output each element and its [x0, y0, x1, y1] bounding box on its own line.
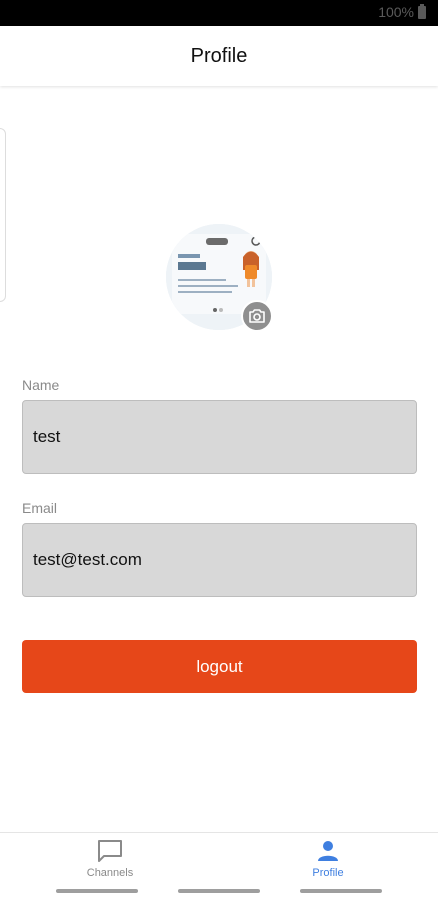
tab-channels[interactable]: Channels — [50, 839, 170, 879]
chat-bubble-icon — [98, 840, 122, 862]
email-label: Email — [22, 500, 58, 516]
tab-profile-label: Profile — [312, 867, 344, 879]
page-title: Profile — [190, 44, 248, 67]
app-header: Profile — [0, 26, 438, 86]
side-card-edge — [0, 128, 6, 302]
logout-button[interactable]: logout — [22, 640, 417, 693]
profile-screen: 100% Profile Name test Email test@test.c… — [0, 0, 438, 900]
email-field[interactable]: test@test.com — [22, 523, 417, 597]
gesture-bar-right — [300, 889, 382, 893]
camera-icon — [249, 309, 265, 323]
gesture-bar-center — [178, 889, 260, 893]
tab-profile[interactable]: Profile — [268, 839, 388, 879]
person-icon — [318, 841, 338, 861]
battery-percentage: 100% — [378, 4, 414, 20]
name-label: Name — [22, 377, 60, 393]
tab-channels-label: Channels — [86, 867, 134, 879]
status-bar: 100% — [0, 0, 438, 26]
logout-label: logout — [196, 656, 243, 676]
name-field[interactable]: test — [22, 400, 417, 474]
avatar-container[interactable] — [166, 224, 273, 332]
gesture-bar-left — [56, 889, 138, 893]
email-value: test@test.com — [33, 550, 142, 569]
change-photo-button[interactable] — [241, 300, 273, 332]
status-indicators: 100% — [378, 3, 426, 20]
battery-icon — [418, 3, 426, 19]
name-value: test — [33, 427, 61, 446]
